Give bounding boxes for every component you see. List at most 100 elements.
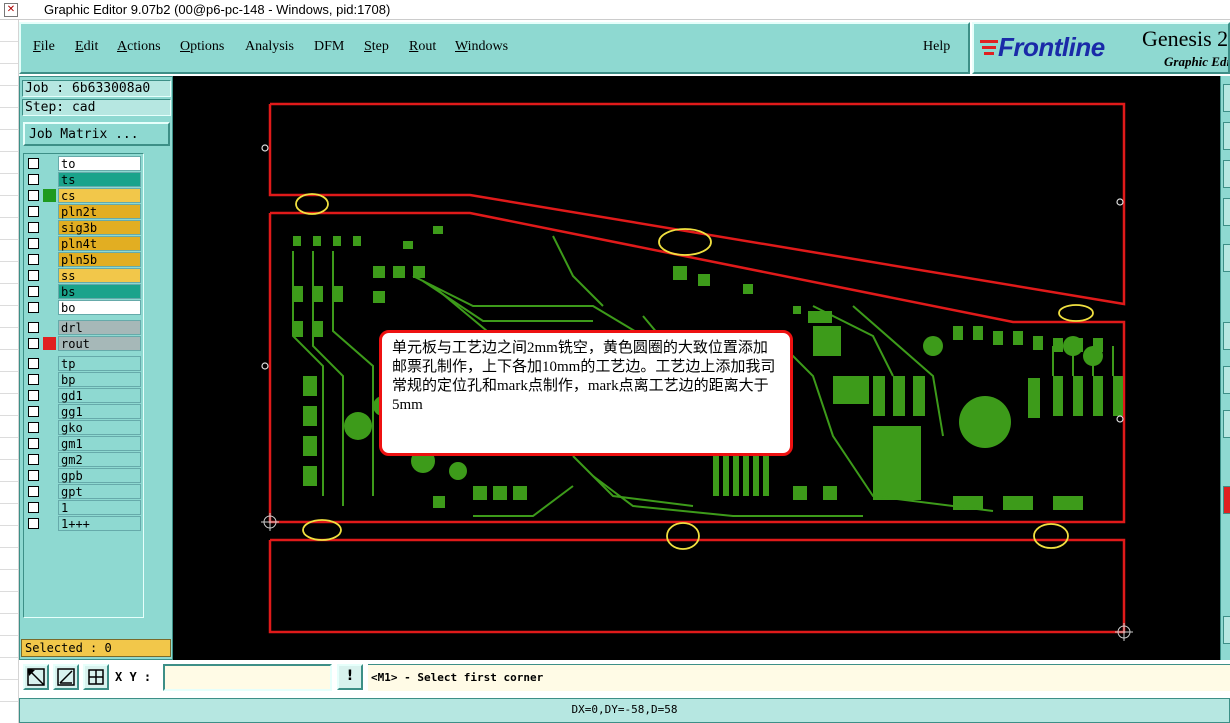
- layer-row[interactable]: bp: [26, 372, 143, 387]
- grid-snap-icon[interactable]: [83, 664, 109, 690]
- layer-checkbox[interactable]: [28, 238, 39, 249]
- layer-name[interactable]: gm2: [58, 452, 141, 467]
- layer-row[interactable]: bs: [26, 284, 143, 299]
- alert-button[interactable]: !: [337, 664, 363, 690]
- xy-coordinate-input[interactable]: [163, 664, 332, 691]
- layer-display-mark[interactable]: [43, 405, 56, 418]
- layer-display-mark[interactable]: [43, 337, 56, 350]
- layer-display-mark[interactable]: [43, 485, 56, 498]
- layer-row[interactable]: pln4t: [26, 236, 143, 251]
- measure-angle-icon[interactable]: [53, 664, 79, 690]
- layer-display-mark[interactable]: [43, 301, 56, 314]
- layer-name[interactable]: rout: [58, 336, 141, 351]
- layer-row[interactable]: 1+++: [26, 516, 143, 531]
- right-tool-button[interactable]: [1223, 84, 1230, 112]
- layer-name[interactable]: drl: [58, 320, 141, 335]
- layer-name[interactable]: gm1: [58, 436, 141, 451]
- layer-display-mark[interactable]: [43, 501, 56, 514]
- layer-row[interactable]: gm2: [26, 452, 143, 467]
- job-matrix-button[interactable]: Job Matrix ...: [23, 122, 170, 146]
- layer-name[interactable]: gpb: [58, 468, 141, 483]
- layer-row[interactable]: sig3b: [26, 220, 143, 235]
- layer-display-mark[interactable]: [43, 253, 56, 266]
- layer-display-mark[interactable]: [43, 285, 56, 298]
- layer-display-mark[interactable]: [43, 221, 56, 234]
- layer-display-mark[interactable]: [43, 321, 56, 334]
- layer-name[interactable]: pln5b: [58, 252, 141, 267]
- layer-name[interactable]: gpt: [58, 484, 141, 499]
- layer-row[interactable]: ts: [26, 172, 143, 187]
- layer-display-mark[interactable]: [43, 357, 56, 370]
- layer-row[interactable]: cs: [26, 188, 143, 203]
- layer-row[interactable]: 1: [26, 500, 143, 515]
- graphics-canvas[interactable]: 单元板与工艺边之间2mm铣空，黄色圆圈的大致位置添加邮票孔制作，上下各加10mm…: [173, 76, 1220, 660]
- layer-display-mark[interactable]: [43, 517, 56, 530]
- layer-name[interactable]: tp: [58, 356, 141, 371]
- layer-checkbox[interactable]: [28, 222, 39, 233]
- layer-name[interactable]: ts: [58, 172, 141, 187]
- layer-name[interactable]: 1: [58, 500, 141, 515]
- menu-windows[interactable]: Windows: [455, 39, 508, 55]
- layer-checkbox[interactable]: [28, 270, 39, 281]
- layer-checkbox[interactable]: [28, 454, 39, 465]
- right-tool-button[interactable]: [1223, 410, 1230, 438]
- right-tool-button[interactable]: [1223, 366, 1230, 394]
- layer-checkbox[interactable]: [28, 190, 39, 201]
- layer-checkbox[interactable]: [28, 502, 39, 513]
- layer-display-mark[interactable]: [43, 157, 56, 170]
- layer-name[interactable]: pln2t: [58, 204, 141, 219]
- layer-checkbox[interactable]: [28, 338, 39, 349]
- layer-name[interactable]: bp: [58, 372, 141, 387]
- right-tool-button[interactable]: [1223, 198, 1230, 226]
- layer-checkbox[interactable]: [28, 174, 39, 185]
- layer-display-mark[interactable]: [43, 389, 56, 402]
- layer-row[interactable]: gko: [26, 420, 143, 435]
- right-tool-button[interactable]: [1223, 160, 1230, 188]
- layer-display-mark[interactable]: [43, 469, 56, 482]
- layer-display-mark[interactable]: [43, 173, 56, 186]
- layer-display-mark[interactable]: [43, 269, 56, 282]
- layer-row[interactable]: rout: [26, 336, 143, 351]
- menu-analysis[interactable]: Analysis: [245, 39, 294, 55]
- layer-checkbox[interactable]: [28, 406, 39, 417]
- layer-display-mark[interactable]: [43, 453, 56, 466]
- layer-name[interactable]: to: [58, 156, 141, 171]
- layer-checkbox[interactable]: [28, 422, 39, 433]
- layer-checkbox[interactable]: [28, 470, 39, 481]
- layer-display-mark[interactable]: [43, 373, 56, 386]
- layer-display-mark[interactable]: [43, 189, 56, 202]
- layer-display-mark[interactable]: [43, 237, 56, 250]
- layer-display-mark[interactable]: [43, 437, 56, 450]
- layer-name[interactable]: 1+++: [58, 516, 141, 531]
- layer-checkbox[interactable]: [28, 206, 39, 217]
- layer-checkbox[interactable]: [28, 518, 39, 529]
- right-tool-button-red[interactable]: [1223, 486, 1230, 514]
- layer-name[interactable]: gd1: [58, 388, 141, 403]
- zoom-box-icon[interactable]: [23, 664, 49, 690]
- layer-checkbox[interactable]: [28, 286, 39, 297]
- layer-name[interactable]: bs: [58, 284, 141, 299]
- layer-row[interactable]: gpt: [26, 484, 143, 499]
- layer-row[interactable]: gd1: [26, 388, 143, 403]
- menu-actions[interactable]: Actions: [117, 39, 161, 55]
- layer-checkbox[interactable]: [28, 374, 39, 385]
- layer-checkbox[interactable]: [28, 302, 39, 313]
- right-tool-button[interactable]: [1223, 244, 1230, 272]
- layer-display-mark[interactable]: [43, 421, 56, 434]
- layer-row[interactable]: tp: [26, 356, 143, 371]
- layer-checkbox[interactable]: [28, 322, 39, 333]
- layer-checkbox[interactable]: [28, 390, 39, 401]
- menu-file[interactable]: File: [33, 39, 55, 55]
- layer-name[interactable]: cs: [58, 188, 141, 203]
- layer-row[interactable]: to: [26, 156, 143, 171]
- layer-name[interactable]: gko: [58, 420, 141, 435]
- layer-row[interactable]: bo: [26, 300, 143, 315]
- layer-name[interactable]: pln4t: [58, 236, 141, 251]
- layer-checkbox[interactable]: [28, 358, 39, 369]
- right-tool-button[interactable]: [1223, 322, 1230, 350]
- layer-row[interactable]: gm1: [26, 436, 143, 451]
- menu-dfm[interactable]: DFM: [314, 39, 344, 55]
- right-tool-button[interactable]: [1223, 122, 1230, 150]
- layer-row[interactable]: gg1: [26, 404, 143, 419]
- layer-name[interactable]: ss: [58, 268, 141, 283]
